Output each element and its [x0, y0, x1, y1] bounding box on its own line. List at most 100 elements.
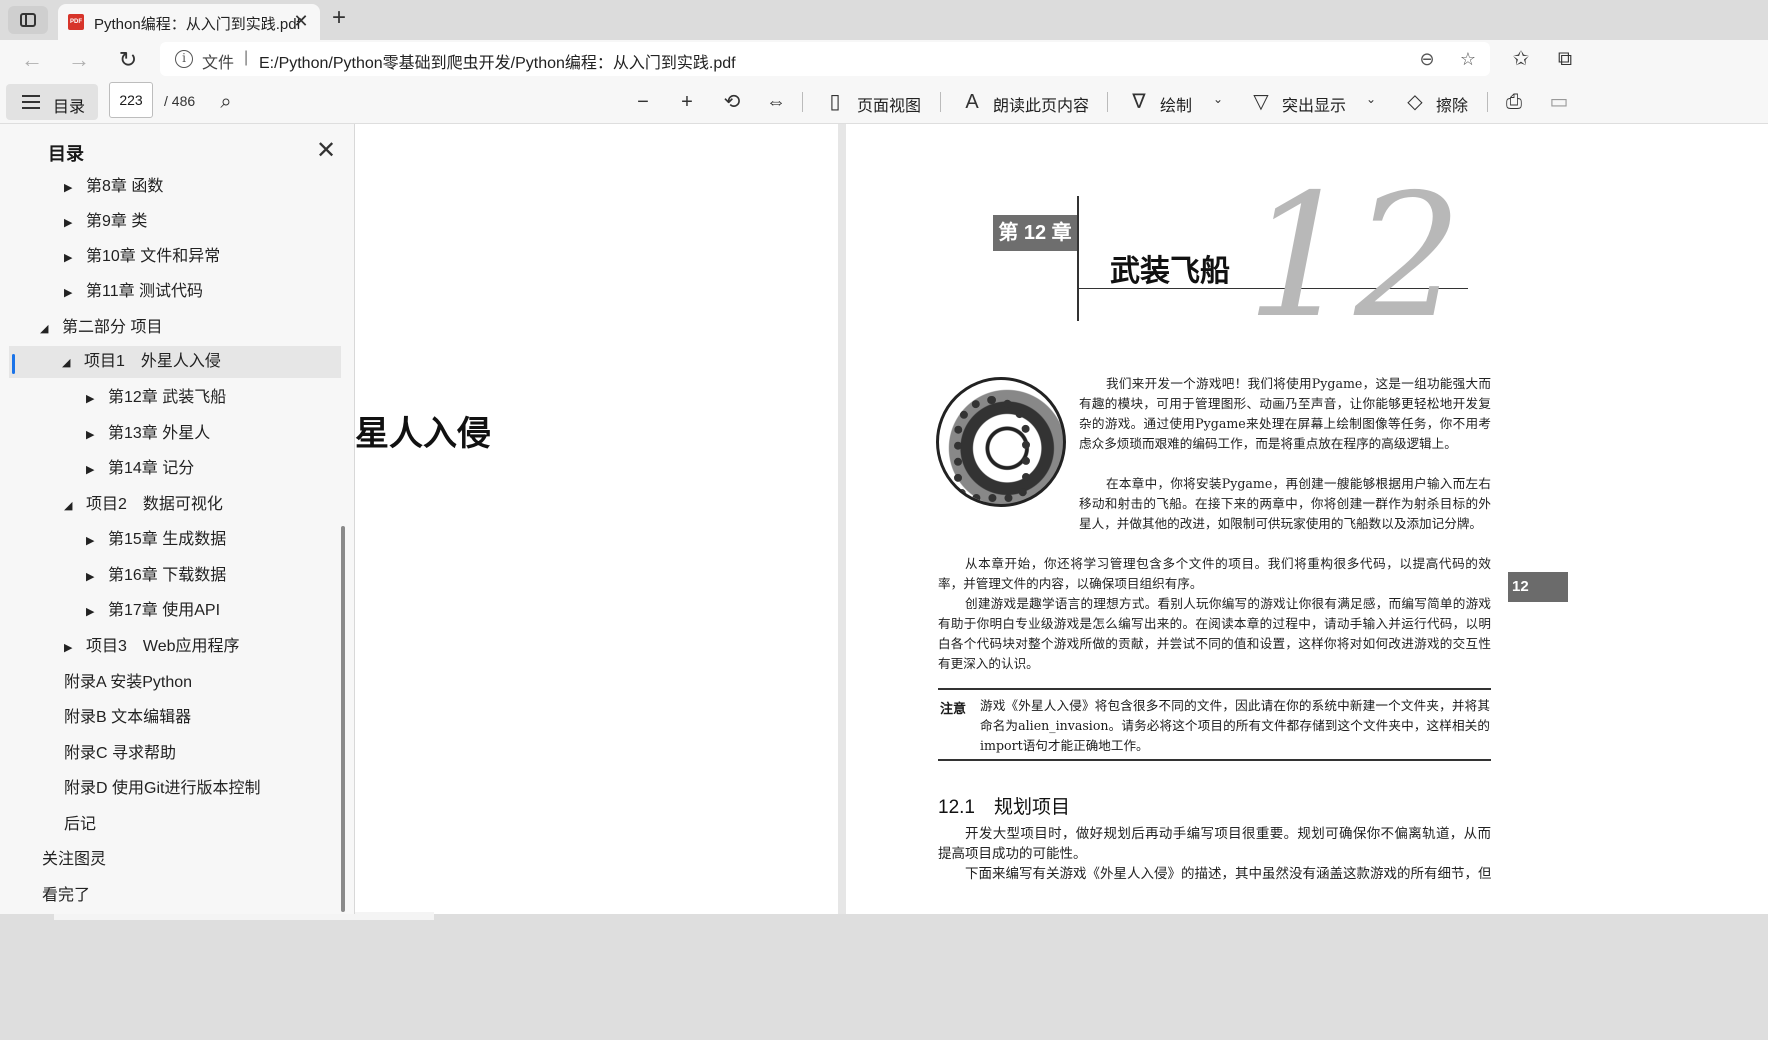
browser-tab[interactable]: PDF Python编程：从入门到实践.pdf ✕ — [58, 4, 320, 40]
note-text: 游戏《外星人入侵》将包含很多不同的文件，因此请在你的系统中新建一个文件夹，并将其… — [980, 698, 1490, 753]
tab-close-button[interactable]: ✕ — [290, 10, 312, 32]
toc-button[interactable]: 目录 — [6, 84, 98, 120]
expand-arrow-icon[interactable]: ▶ — [86, 596, 108, 628]
expand-arrow-icon[interactable]: ▶ — [86, 525, 108, 557]
toc-item-label: 项目2 数据可视化 — [86, 496, 223, 513]
python-snake-illustration — [936, 377, 1066, 507]
rotate-icon[interactable]: ⟲ — [718, 88, 746, 116]
toc-item[interactable]: ◢ 第二部分 项目 — [40, 312, 162, 344]
zoom-out-icon[interactable]: − — [629, 88, 657, 116]
chevron-down-icon[interactable]: ⌄ — [1366, 92, 1376, 106]
close-icon[interactable]: ✕ — [313, 138, 339, 164]
page-number-input[interactable]: 223 — [109, 82, 153, 118]
paragraph-chapter-overview: 在本章中，你将安装Pygame，再创建一艘能够根据用户输入而左右移动和射击的飞船… — [1079, 476, 1491, 531]
toc-item[interactable]: ▶ 第11章 测试代码 — [64, 276, 203, 308]
expand-arrow-icon[interactable]: ▶ — [64, 242, 86, 274]
chevron-down-icon[interactable]: ⌄ — [1213, 92, 1223, 106]
selection-indicator — [12, 354, 15, 374]
toc-item[interactable]: ▶ 第10章 文件和异常 — [64, 241, 220, 273]
search-icon[interactable]: ⌕ — [212, 88, 240, 116]
toc-item[interactable]: ▶ 第12章 武装飞船 — [86, 382, 226, 414]
toc-item[interactable]: ▶ 第13章 外星人 — [86, 418, 210, 450]
paragraph-game-dev: 创建游戏是趣学语言的理想方式。看别人玩你编写的游戏让你很有满足感，而编写简单的游… — [938, 596, 1491, 671]
paragraph-multi-file: 从本章开始，你还将学习管理包含多个文件的项目。我们将重构很多代码，以提高代码的效… — [938, 556, 1491, 591]
toc-item[interactable]: ▶ 第17章 使用API — [86, 595, 220, 627]
add-favorite-icon[interactable]: ☆ — [1456, 47, 1480, 71]
pdf-page-right: 第 12 章 武装飞船 12 我们来开发一个游戏吧！我们将使用Pygame，这是… — [846, 124, 1768, 914]
chapter-title: 武装飞船 — [1110, 255, 1230, 288]
toc-item[interactable]: 附录A 安装Python — [64, 667, 192, 699]
pdf-toolbar: 目录 223 / 486 ⌕ − + ⟲ ⇔ ▯ 页面视图 A 朗读此页内容 ∇… — [0, 80, 1768, 124]
expand-arrow-icon[interactable]: ▶ — [86, 419, 108, 451]
highlight-icon[interactable]: ▽ — [1247, 88, 1275, 116]
collections-icon[interactable]: ⧉ — [1550, 44, 1580, 74]
back-arrow-icon[interactable]: ← — [16, 44, 48, 76]
expand-arrow-icon[interactable]: ▶ — [86, 454, 108, 486]
draw-icon[interactable]: ∇ — [1125, 88, 1153, 116]
collapse-arrow-icon[interactable]: ◢ — [62, 347, 84, 379]
expand-arrow-icon[interactable]: ▶ — [64, 277, 86, 309]
site-label: 文件 — [202, 55, 235, 72]
toc-item-label: 第8章 函数 — [86, 178, 164, 195]
page-view-button[interactable]: 页面视图 — [857, 92, 921, 116]
toc-item-label: 第16章 下载数据 — [108, 567, 227, 584]
url-text[interactable]: E:/Python/Python零基础到爬虫开发/Python编程：从入门到实践… — [259, 49, 736, 73]
toc-item[interactable]: ▶ 第14章 记分 — [86, 453, 194, 485]
toolbar-divider — [802, 92, 803, 112]
reload-icon[interactable]: ↻ — [112, 44, 144, 76]
collapse-arrow-icon[interactable]: ◢ — [40, 313, 62, 345]
toc-item[interactable]: 后记 — [64, 809, 96, 841]
tab-strip: PDF Python编程：从入门到实践.pdf ✕ + — [0, 0, 1768, 40]
sidebar-scrollbar[interactable] — [341, 526, 345, 912]
toc-item[interactable]: 看完了 — [42, 880, 90, 912]
expand-arrow-icon[interactable]: ▶ — [86, 561, 108, 593]
toc-item[interactable]: 附录B 文本编辑器 — [64, 702, 191, 734]
toc-item[interactable]: 附录C 寻求帮助 — [64, 738, 176, 770]
toc-item[interactable]: 附录D 使用Git进行版本控制 — [64, 773, 260, 805]
expand-arrow-icon[interactable]: ▶ — [86, 383, 108, 415]
toc-button-label: 目录 — [53, 99, 86, 116]
tab-title: Python编程：从入门到实践.pdf — [94, 16, 301, 33]
toc-item-label: 附录A 安装Python — [64, 674, 193, 691]
zoom-in-icon[interactable]: + — [673, 88, 701, 116]
expand-arrow-icon[interactable]: ▶ — [64, 632, 86, 664]
toc-item[interactable]: ▶ 第16章 下载数据 — [86, 560, 226, 592]
read-aloud-button[interactable]: 朗读此页内容 — [993, 92, 1089, 116]
eraser-icon[interactable]: ◇ — [1401, 88, 1429, 116]
page-total: / 486 — [164, 93, 196, 109]
toc-item[interactable]: ▶ 项目3 Web应用程序 — [64, 631, 240, 663]
fit-width-icon[interactable]: ⇔ — [762, 88, 790, 116]
toc-item[interactable]: ▶ 第9章 类 — [64, 206, 147, 238]
zoom-icon[interactable]: ⊖ — [1415, 47, 1439, 71]
draw-button[interactable]: 绘制 — [1160, 92, 1192, 116]
toc-item-label: 第13章 外星人 — [108, 425, 211, 442]
expand-arrow-icon[interactable]: ▶ — [64, 172, 86, 204]
favorites-icon[interactable]: ✩ — [1506, 44, 1536, 74]
toc-item-label: 项目1 外星人入侵 — [84, 353, 221, 370]
expand-arrow-icon[interactable]: ▶ — [64, 207, 86, 239]
erase-button[interactable]: 擦除 — [1436, 92, 1468, 116]
tab-actions-button[interactable] — [8, 6, 48, 34]
highlight-button[interactable]: 突出显示 — [1282, 92, 1346, 116]
toc-item-label: 第11章 测试代码 — [86, 283, 204, 300]
toc-item-label: 第10章 文件和异常 — [86, 248, 221, 265]
toc-item[interactable]: ▶ 第8章 函数 — [64, 171, 163, 203]
toc-item[interactable]: 关注图灵 — [42, 844, 106, 876]
new-tab-button[interactable]: + — [326, 6, 352, 32]
forward-arrow-icon[interactable]: → — [63, 44, 95, 76]
paragraph-planning: 开发大型项目时，做好规划后再动手编写项目很重要。规划可确保你不偏离轨道，从而提高… — [938, 826, 1491, 861]
separator: | — [244, 49, 249, 66]
page-view-icon[interactable]: ▯ — [821, 88, 849, 116]
toc-item[interactable]: ▶ 第15章 生成数据 — [86, 524, 226, 556]
save-icon[interactable]: ▭ — [1545, 88, 1573, 116]
toc-item[interactable]: ◢ 项目2 数据可视化 — [64, 489, 223, 521]
collapse-arrow-icon[interactable]: ◢ — [64, 490, 86, 522]
toc-item-label: 第14章 记分 — [108, 460, 195, 477]
read-aloud-icon[interactable]: A — [958, 88, 986, 116]
section-heading: 12.1 规划项目 — [938, 797, 1070, 818]
print-icon[interactable]: ⎙ — [1500, 88, 1528, 116]
toc-item-selected[interactable]: ◢ 项目1 外星人入侵 — [9, 346, 341, 378]
toc-item-label: 附录B 文本编辑器 — [64, 709, 192, 726]
info-icon[interactable]: i — [175, 50, 193, 68]
address-bar[interactable]: i 文件 | E:/Python/Python零基础到爬虫开发/Python编程… — [160, 42, 1490, 76]
